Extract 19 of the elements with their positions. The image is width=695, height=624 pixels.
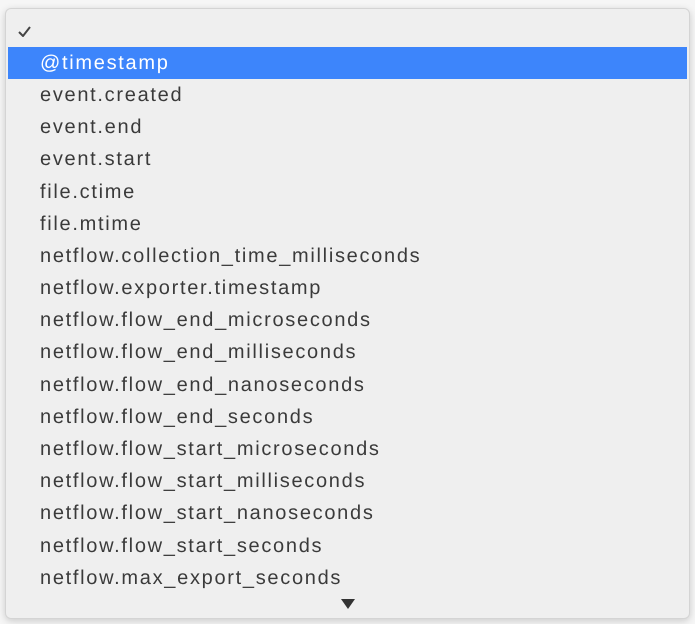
menu-item[interactable]: netflow.flow_start_milliseconds (8, 466, 687, 498)
menu-item[interactable]: netflow.exporter.timestamp (8, 272, 687, 305)
checkmark-icon (18, 26, 30, 37)
menu-item[interactable]: netflow.collection_time_milliseconds (8, 240, 687, 272)
menu-item[interactable]: file.mtime (8, 208, 687, 240)
menu-item[interactable]: @timestamp (8, 47, 687, 80)
menu-item[interactable]: netflow.max_export_seconds (8, 562, 687, 594)
menu-item[interactable]: netflow.flow_start_seconds (8, 530, 687, 562)
menu-item[interactable]: netflow.flow_end_microseconds (8, 304, 687, 337)
menu-item[interactable]: event.start (8, 144, 687, 176)
menu-item[interactable]: netflow.flow_start_nanoseconds (8, 498, 687, 530)
menu-item[interactable]: netflow.flow_end_milliseconds (8, 336, 687, 370)
menu-item[interactable]: netflow.flow_end_seconds (8, 401, 687, 434)
menu-item[interactable]: event.created (8, 79, 687, 112)
menu-item[interactable]: netflow.flow_start_microseconds (8, 433, 687, 466)
menu-item[interactable]: event.end (8, 112, 687, 144)
scroll-down-icon[interactable] (340, 599, 354, 610)
menu-item[interactable]: netflow.flow_end_nanoseconds (8, 369, 687, 402)
menu-item[interactable]: file.ctime (8, 176, 687, 208)
